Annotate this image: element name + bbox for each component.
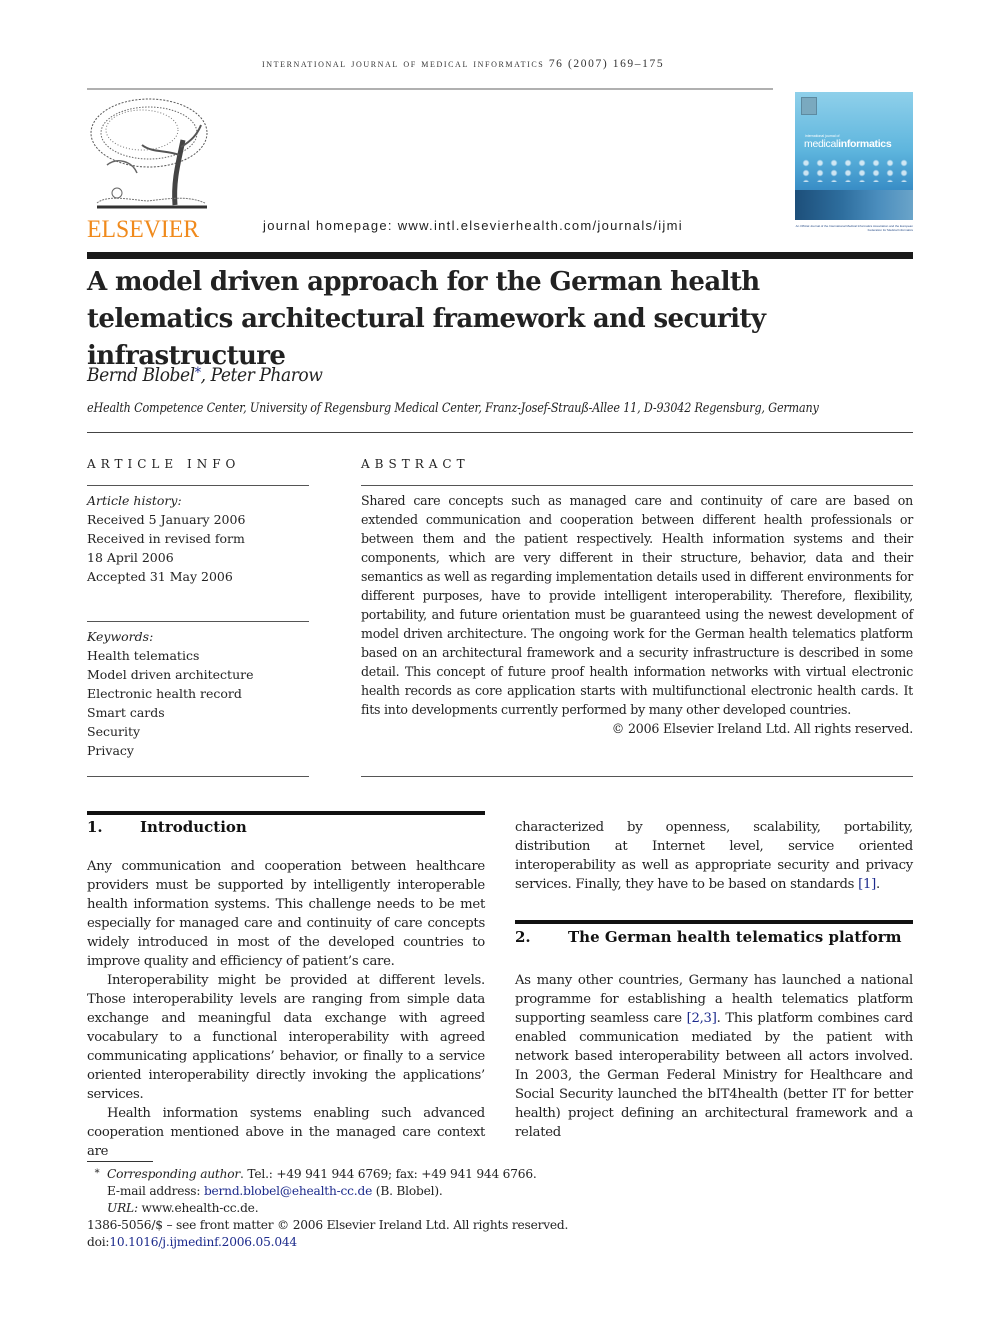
keyword: Health telematics — [87, 648, 200, 663]
keywords-label: Keywords: — [87, 629, 154, 644]
doi-label: doi: — [87, 1235, 110, 1249]
history-entry: Received in revised form — [87, 531, 245, 546]
abstract-heading: ABSTRACT — [361, 457, 470, 471]
author-name: Bernd Blobel — [87, 364, 195, 386]
elsevier-tree-logo-icon — [87, 95, 211, 215]
article-title: A model driven approach for the German h… — [87, 267, 766, 371]
section-heading-german-platform: 2. The German health telematics platform — [515, 928, 902, 946]
url-value[interactable]: www.ehealth-cc.de. — [138, 1201, 259, 1215]
article-info-heading: ARTICLE INFO — [87, 457, 241, 471]
author-affiliation: eHealth Competence Center, University of… — [87, 401, 819, 416]
history-entry: Accepted 31 May 2006 — [87, 569, 233, 584]
email-suffix: (B. Blobel). — [372, 1184, 443, 1198]
contact-details: . Tel.: +49 941 944 6769; fax: +49 941 9… — [240, 1167, 537, 1181]
url-footnote: URL: www.ehealth-cc.de. — [87, 1200, 568, 1217]
section-rule — [87, 811, 485, 815]
keyword: Electronic health record — [87, 686, 242, 701]
citation-link[interactable]: [2,3] — [687, 1011, 717, 1026]
keywords-rule — [87, 621, 309, 622]
abstract-copyright: © 2006 Elsevier Ireland Ltd. All rights … — [611, 721, 913, 736]
journal-cover-image: international journal of medicalinformat… — [795, 92, 913, 220]
keyword: Model driven architecture — [87, 667, 254, 682]
section-title: Introduction — [140, 818, 247, 836]
keyword: Privacy — [87, 743, 134, 758]
author-name: Peter Pharow — [210, 364, 323, 386]
author-list: Bernd Blobel*, Peter Pharow — [87, 364, 323, 386]
cover-title: medicalinformatics — [804, 138, 892, 150]
url-label: URL: — [107, 1201, 138, 1215]
introduction-body: Any communication and cooperation betwee… — [87, 857, 485, 1161]
paragraph: Health information systems enabling such… — [87, 1106, 485, 1159]
section-title: The German health telematics platform — [568, 928, 902, 946]
footnotes: * Corresponding author. Tel.: +49 941 944… — [87, 1165, 568, 1251]
cover-caption: An Official Journal of the International… — [795, 224, 913, 232]
paragraph: Interoperability might be provided at di… — [87, 973, 485, 1102]
email-footnote: E-mail address: bernd.blobel@ehealth-cc.… — [87, 1183, 568, 1200]
cover-publisher-icon — [801, 97, 817, 115]
cover-photo — [795, 190, 913, 220]
abstract-bottom-rule — [361, 776, 913, 777]
paragraph-end: . — [876, 877, 880, 892]
section-rule — [515, 920, 913, 924]
title-top-rule — [87, 252, 913, 259]
footnote-star: * — [94, 1168, 100, 1179]
cover-dots-decoration — [799, 158, 909, 182]
article-history-label: Article history: — [87, 493, 182, 508]
paragraph: Any communication and cooperation betwee… — [87, 859, 485, 969]
article-info-bottom-rule — [87, 776, 309, 777]
cover-title-light: medical — [804, 138, 839, 150]
paragraph-text: . This platform combines card enabled co… — [515, 1011, 913, 1140]
author-separator: , — [200, 364, 211, 386]
cover-title-bold: informatics — [838, 138, 892, 150]
keyword: Security — [87, 724, 141, 739]
doi-line: doi:10.1016/j.ijmedinf.2006.05.044 — [87, 1234, 568, 1251]
keyword: Smart cards — [87, 705, 165, 720]
article-history: Article history: Received 5 January 2006… — [87, 491, 245, 586]
keywords-list: Keywords: Health telematics Model driven… — [87, 627, 254, 760]
article-info-rule — [87, 485, 309, 486]
front-matter-line: 1386-5056/$ – see front matter © 2006 El… — [87, 1218, 569, 1232]
abstract-text: Shared care concepts such as managed car… — [361, 493, 913, 717]
paragraph: characterized by openness, scalability, … — [515, 818, 913, 894]
section-number: 2. — [515, 928, 531, 946]
section-number: 1. — [87, 818, 103, 836]
affiliation-rule — [87, 432, 913, 433]
introduction-continuation: characterized by openness, scalability, … — [515, 818, 913, 894]
history-entry: 18 April 2006 — [87, 550, 174, 565]
elsevier-logo-text: ELSEVIER — [87, 216, 200, 243]
email-link[interactable]: bernd.blobel@ehealth-cc.de — [204, 1184, 372, 1198]
email-label: E-mail address: — [107, 1184, 204, 1198]
journal-homepage-link[interactable]: journal homepage: www.intl.elsevierhealt… — [263, 218, 683, 233]
german-platform-body: As many other countries, Germany has lau… — [515, 971, 913, 1142]
corresponding-label: Corresponding author — [107, 1167, 241, 1181]
paragraph-text: characterized by openness, scalability, … — [515, 820, 913, 892]
abstract-rule — [361, 485, 913, 486]
history-entry: Received 5 January 2006 — [87, 512, 246, 527]
corresponding-author-footnote: * Corresponding author. Tel.: +49 941 944… — [87, 1165, 568, 1183]
doi-link[interactable]: 10.1016/j.ijmedinf.2006.05.044 — [109, 1235, 297, 1249]
footnote-rule — [87, 1161, 153, 1162]
running-head: international journal of medical informa… — [262, 58, 665, 70]
citation-link[interactable]: [1] — [858, 877, 876, 892]
paragraph: As many other countries, Germany has lau… — [515, 971, 913, 1142]
section-heading-introduction: 1. Introduction — [87, 818, 247, 836]
header-rule — [87, 88, 773, 90]
